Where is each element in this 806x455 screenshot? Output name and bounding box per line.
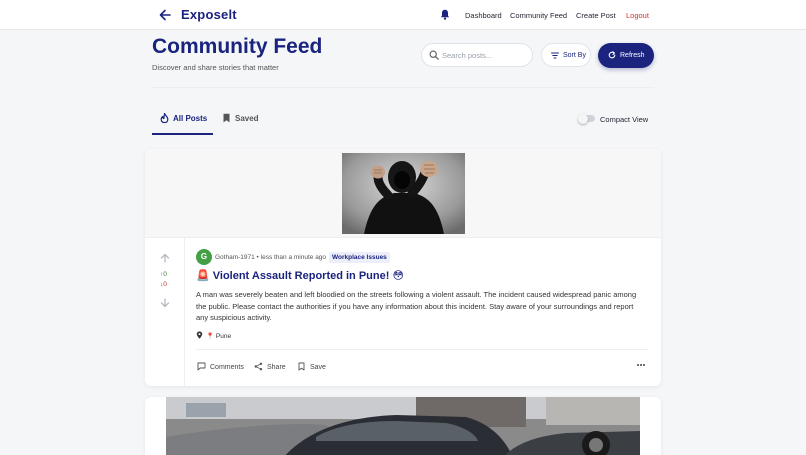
tab-saved-label: Saved <box>235 114 259 123</box>
back-arrow-icon[interactable] <box>158 8 172 22</box>
post-image-area <box>145 149 661 238</box>
share-icon <box>254 362 263 371</box>
sort-by-label: Sort By <box>563 52 586 59</box>
upvote-count-value: 0 <box>163 271 167 278</box>
post-title[interactable]: 🚨 Violent Assault Reported in Pune! 😳 <box>196 269 404 282</box>
post-body: A man was severely beaten and left blood… <box>196 290 637 322</box>
category-badge[interactable]: Workplace Issues <box>329 252 390 263</box>
bell-icon[interactable] <box>440 9 450 20</box>
sort-by-button[interactable]: Sort By <box>541 43 591 67</box>
top-navbar: Exposelt Dashboard Community Feed Create… <box>0 0 806 30</box>
vote-column: ↑0 ↓0 <box>145 238 185 386</box>
tab-all-posts-label: All Posts <box>173 114 208 123</box>
search-icon <box>429 50 439 60</box>
refresh-label: Refresh <box>620 51 645 59</box>
bookmark-outline-icon <box>298 362 305 371</box>
save-label: Save <box>310 364 326 371</box>
page-title: Community Feed <box>152 35 323 58</box>
compact-view-toggle[interactable] <box>578 113 595 124</box>
post-meta: Gotham-1971 • less than a minute ago <box>215 254 327 261</box>
search-input[interactable] <box>442 49 528 62</box>
comments-button[interactable]: Comments <box>197 362 244 371</box>
tab-saved[interactable]: Saved <box>222 113 259 123</box>
post-image[interactable] <box>342 153 465 234</box>
share-button[interactable]: Share <box>254 362 286 371</box>
tab-all-posts[interactable]: All Posts <box>160 113 207 123</box>
downvote-arrow-icon[interactable] <box>159 297 171 309</box>
nav-community-feed[interactable]: Community Feed <box>510 11 567 20</box>
post-card-2 <box>145 397 661 455</box>
header-divider <box>152 87 654 88</box>
fire-icon <box>160 113 169 123</box>
post-image-2[interactable] <box>166 397 640 455</box>
upvote-count: ↑0 <box>160 271 167 278</box>
nav-dashboard[interactable]: Dashboard <box>465 11 502 20</box>
bookmark-icon <box>223 113 230 123</box>
nav-logout[interactable]: Logout <box>626 11 649 20</box>
refresh-button[interactable]: Refresh <box>598 43 654 68</box>
comments-label: Comments <box>210 364 244 371</box>
refresh-icon <box>608 51 616 59</box>
compact-view-label: Compact View <box>600 115 649 124</box>
post-location: 📍 Pune <box>196 331 231 340</box>
downvote-count-value: 0 <box>163 281 167 288</box>
post-card: ↑0 ↓0 G Gotham-1971 • less than a minute… <box>145 149 661 386</box>
share-label: Share <box>267 364 286 371</box>
downvote-count: ↓0 <box>160 281 167 288</box>
active-tab-indicator <box>152 133 213 135</box>
author-avatar[interactable]: G <box>196 249 212 265</box>
upvote-arrow-icon[interactable] <box>159 252 171 264</box>
page-subtitle: Discover and share stories that matter <box>152 63 279 72</box>
post-location-text: 📍 Pune <box>206 333 232 340</box>
search-box <box>421 43 533 67</box>
save-button[interactable]: Save <box>297 362 326 371</box>
toggle-knob[interactable] <box>578 113 588 124</box>
map-pin-icon <box>196 331 203 339</box>
brand-logo[interactable]: Exposelt <box>181 7 237 22</box>
actions-divider <box>196 349 648 350</box>
filter-icon <box>551 52 559 59</box>
comment-icon <box>197 362 206 371</box>
nav-create-post[interactable]: Create Post <box>576 11 616 20</box>
more-options-icon[interactable] <box>636 361 646 369</box>
